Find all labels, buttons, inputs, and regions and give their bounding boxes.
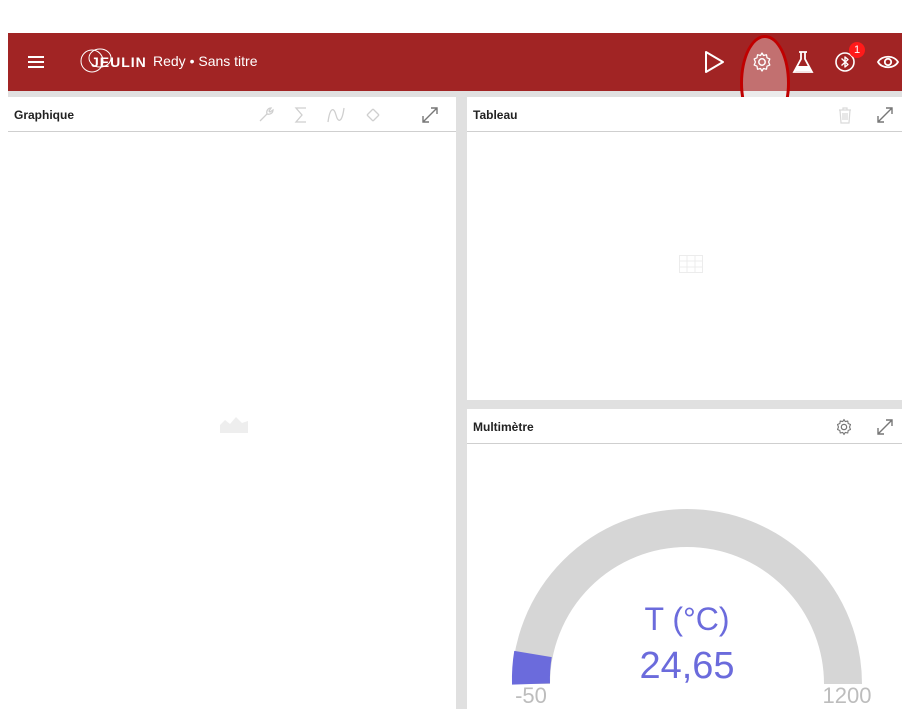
- table-panel-header: Tableau: [467, 97, 902, 132]
- chart-placeholder-icon: [220, 415, 248, 438]
- menu-icon[interactable]: [26, 52, 46, 72]
- gauge-min-label: -50: [515, 683, 547, 708]
- gauge-fill: [511, 650, 552, 685]
- bluetooth-badge: 1: [849, 42, 865, 58]
- gauge-max-label: 1200: [822, 683, 872, 708]
- trash-icon[interactable]: [835, 105, 855, 125]
- measure-label: T (°C): [644, 601, 730, 637]
- play-icon[interactable]: [702, 50, 726, 74]
- table-panel: Tableau: [467, 97, 902, 400]
- sigma-icon[interactable]: [291, 105, 311, 125]
- measure-value: 24,65: [639, 645, 735, 687]
- graph-panel-header: Graphique: [8, 97, 456, 132]
- curve-fit-icon[interactable]: [326, 105, 346, 125]
- graph-panel-title: Graphique: [14, 108, 75, 122]
- flask-icon[interactable]: [791, 50, 815, 74]
- wrench-icon[interactable]: [256, 105, 276, 125]
- table-panel-title: Tableau: [473, 108, 518, 122]
- multimeter-panel: Multimètre T (°C) 24,65 -50 1200: [467, 409, 902, 709]
- eye-icon[interactable]: [876, 50, 900, 74]
- app-title: Redy • Sans titre: [153, 53, 258, 69]
- expand-icon[interactable]: [420, 105, 440, 125]
- brand-text: JEULIN: [91, 54, 147, 70]
- move-cursor-icon[interactable]: [363, 105, 383, 125]
- expand-icon[interactable]: [875, 105, 895, 125]
- app-window: JEULIN Redy • Sans titre 1 Graphique Tab…: [8, 33, 902, 709]
- jeulin-logo: JEULIN: [78, 47, 150, 75]
- graph-panel: Graphique: [8, 97, 456, 709]
- table-placeholder-icon: [679, 255, 703, 278]
